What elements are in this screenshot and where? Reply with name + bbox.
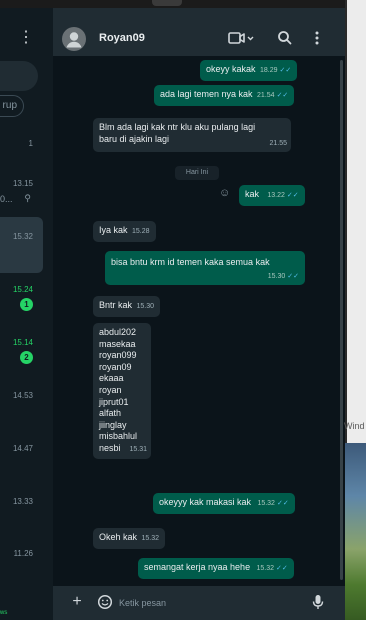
- read-check-icon: ✓✓: [276, 565, 288, 572]
- message-text: okeyy kakak: [206, 64, 256, 74]
- message-incoming[interactable]: Bntr kak 15.30: [93, 296, 161, 317]
- chat-row-time: 15.14: [12, 338, 33, 347]
- chat-row-time: 13.33: [12, 497, 33, 506]
- read-check-icon: ✓✓: [279, 67, 292, 74]
- emoji-reaction-icon[interactable]: ☺: [219, 187, 231, 199]
- kebab-menu-icon[interactable]: [311, 30, 323, 46]
- chat-row-time: 14.53: [12, 391, 33, 400]
- message-outgoing[interactable]: semangat kerja nyaa hehe 15.32 ✓✓: [138, 558, 294, 579]
- read-check-icon: ✓✓: [276, 92, 289, 99]
- filter-chip-groups[interactable]: rup: [0, 95, 24, 117]
- background-window: Wind: [344, 0, 366, 620]
- chat-row-time: 13.15: [12, 179, 33, 188]
- window-top-strip: [0, 0, 345, 8]
- message-text: ada lagi temen nya kak: [160, 89, 253, 99]
- message-incoming[interactable]: Blm ada lagi kak ntr klu aku pulang lagi…: [93, 118, 291, 152]
- message-text: okeyyy kak makasi kak: [159, 497, 252, 507]
- message-time: 21.55: [269, 139, 287, 147]
- chat-row-time: 14.47: [12, 444, 33, 453]
- message-time: 21.54 ✓✓: [257, 92, 289, 99]
- window-tab[interactable]: [152, 0, 182, 6]
- pin-icon: ⚲: [24, 193, 31, 203]
- background-window-image: [345, 443, 366, 620]
- read-check-icon: ✓✓: [276, 500, 289, 507]
- search-icon[interactable]: [276, 30, 294, 46]
- chat-search-input[interactable]: [0, 61, 38, 91]
- chat-scrollbar[interactable]: [340, 60, 343, 580]
- message-time: 15.32: [141, 535, 160, 542]
- message-time: 15.30 ✓✓: [267, 272, 299, 280]
- sidebar-menu-icon[interactable]: ⋮: [18, 28, 34, 48]
- message-outgoing[interactable]: okeyy kakak 18.29 ✓✓: [200, 60, 298, 81]
- message-time: 15.28: [131, 228, 150, 235]
- chat-row-time: 15.24: [12, 285, 33, 294]
- message-time: 13.22 ✓✓: [267, 192, 299, 199]
- chat-pane: Royan09 okeyy kakak 18.29 ✓✓ ada lagi tem…: [53, 8, 345, 620]
- video-call-icon[interactable]: [228, 30, 254, 46]
- chat-row-time: 15.32: [12, 232, 33, 241]
- emoji-icon[interactable]: [97, 594, 113, 610]
- plus-icon[interactable]: +: [70, 594, 84, 610]
- read-check-icon: ✓✓: [287, 272, 299, 280]
- message-list[interactable]: okeyy kakak 18.29 ✓✓ ada lagi temen nya k…: [53, 56, 345, 586]
- read-check-icon: ✓✓: [286, 192, 299, 199]
- message-outgoing[interactable]: okeyyy kak makasi kak 15.32 ✓✓: [153, 493, 295, 514]
- message-outgoing[interactable]: kak 13.22 ✓✓: [239, 185, 305, 206]
- message-time: 15.32 ✓✓: [256, 565, 288, 572]
- chat-header: [53, 8, 345, 56]
- message-time: 18.29 ✓✓: [260, 67, 292, 74]
- unread-count-badge: 1: [20, 298, 33, 311]
- chat-row-time: 11.26: [13, 549, 33, 558]
- message-time: 15.30: [136, 303, 155, 310]
- message-text: Iya kak: [99, 225, 128, 235]
- chat-row-snippet: 0...: [0, 194, 13, 204]
- message-text: Bntr kak: [99, 300, 133, 310]
- message-incoming[interactable]: Okeh kak 15.32: [93, 528, 166, 549]
- contact-name[interactable]: Royan09: [99, 32, 145, 44]
- sidebar-footer-text: ws: [0, 610, 8, 616]
- message-text: Blm ada lagi kak ntr klu aku pulang lagi…: [99, 122, 256, 144]
- message-composer: +: [53, 586, 345, 620]
- message-text: kak: [245, 189, 260, 199]
- message-time: 15.32 ✓✓: [257, 500, 289, 507]
- message-text: Okeh kak: [99, 532, 138, 542]
- message-text: abdul202 masekaa royan099 royan09 ekaaa …: [99, 327, 138, 453]
- message-input[interactable]: [119, 592, 305, 614]
- chat-row-time: 1: [28, 139, 33, 148]
- message-time: 15.31: [129, 446, 147, 454]
- microphone-icon[interactable]: [311, 594, 325, 610]
- message-text: semangat kerja nyaa hehe: [144, 562, 251, 572]
- chat-row-selected[interactable]: [0, 217, 43, 273]
- date-separator: Hari Ini: [175, 166, 219, 180]
- background-window-label: Wind: [344, 421, 365, 431]
- message-outgoing[interactable]: bisa bntu krm id temen kaka semua kak 15…: [105, 251, 305, 285]
- chat-list-sidebar: ⋮ rup 1 13.15 0... ⚲ 15.32 15.24 1 15.14…: [0, 8, 53, 620]
- message-text: bisa bntu krm id temen kaka semua kak: [111, 257, 270, 267]
- unread-count-badge: 2: [20, 351, 33, 364]
- message-incoming[interactable]: Iya kak 15.28: [93, 221, 156, 242]
- message-incoming[interactable]: abdul202 masekaa royan099 royan09 ekaaa …: [93, 323, 151, 459]
- contact-avatar[interactable]: [62, 27, 86, 51]
- message-outgoing[interactable]: ada lagi temen nya kak 21.54 ✓✓: [154, 85, 295, 106]
